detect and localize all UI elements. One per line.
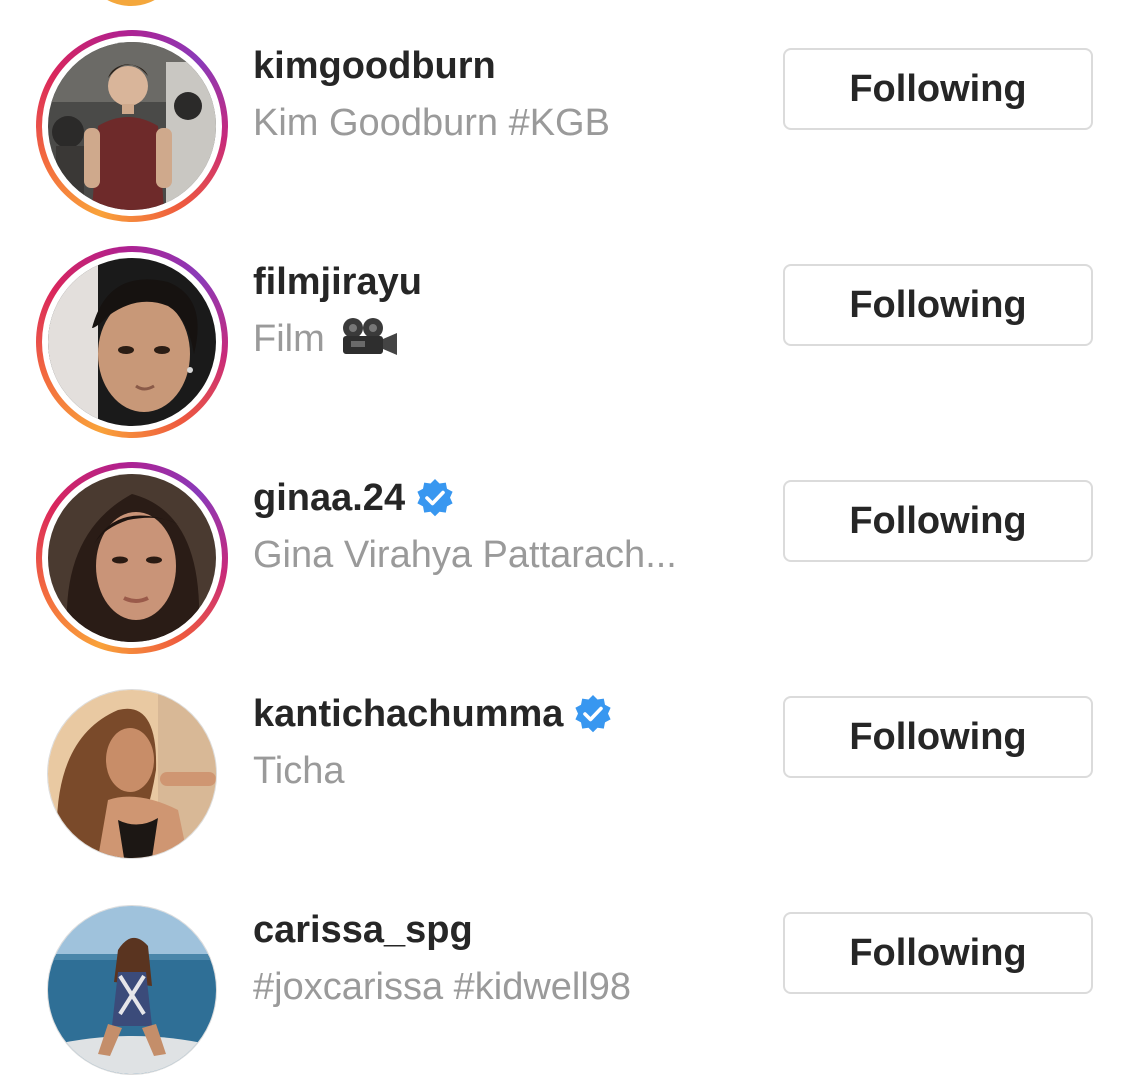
full-name: Film	[253, 316, 733, 362]
list-item[interactable]: filmjirayu Film Following	[0, 216, 1125, 438]
username[interactable]: carissa_spg	[253, 906, 753, 954]
username[interactable]: ginaa.24	[253, 474, 753, 522]
movie-camera-emoji-icon	[339, 317, 399, 357]
following-button[interactable]: Following	[783, 264, 1093, 346]
user-info: ginaa.24 Gina Virahya Pattarach...	[253, 474, 753, 578]
avatar-photo	[48, 690, 216, 858]
verified-badge-icon	[573, 694, 613, 734]
avatar[interactable]	[36, 894, 228, 1086]
full-name: #joxcarissa #kidwell98	[253, 966, 632, 1008]
list-item[interactable]: kantichachumma Ticha Following	[0, 648, 1125, 864]
full-name: Gina Virahya Pattarach...	[253, 534, 677, 576]
list-item[interactable]: carissa_spg #joxcarissa #kidwell98 Follo…	[0, 864, 1125, 1080]
avatar-photo	[48, 474, 216, 642]
username[interactable]: filmjirayu	[253, 258, 753, 306]
user-info: kantichachumma Ticha	[253, 690, 753, 794]
user-info: filmjirayu Film	[253, 258, 753, 362]
following-button[interactable]: Following	[783, 912, 1093, 994]
user-info: kimgoodburn Kim Goodburn #KGB	[253, 42, 753, 146]
avatar-photo	[48, 42, 216, 210]
full-name: Ticha	[253, 750, 345, 792]
avatar[interactable]	[36, 462, 228, 654]
avatar[interactable]	[36, 678, 228, 870]
following-button[interactable]: Following	[783, 696, 1093, 778]
avatar[interactable]	[36, 246, 228, 438]
user-info: carissa_spg #joxcarissa #kidwell98	[253, 906, 753, 1010]
list-item[interactable]: kimgoodburn Kim Goodburn #KGB Following	[0, 0, 1125, 222]
username[interactable]: kantichachumma	[253, 690, 753, 738]
username[interactable]: kimgoodburn	[253, 42, 753, 90]
avatar-photo	[48, 906, 216, 1074]
verified-badge-icon	[415, 478, 455, 518]
list-item[interactable]: ginaa.24 Gina Virahya Pattarach... Follo…	[0, 432, 1125, 654]
following-button[interactable]: Following	[783, 48, 1093, 130]
full-name: Kim Goodburn #KGB	[253, 102, 610, 144]
following-button[interactable]: Following	[783, 480, 1093, 562]
avatar[interactable]	[36, 30, 228, 222]
avatar-photo	[48, 258, 216, 426]
